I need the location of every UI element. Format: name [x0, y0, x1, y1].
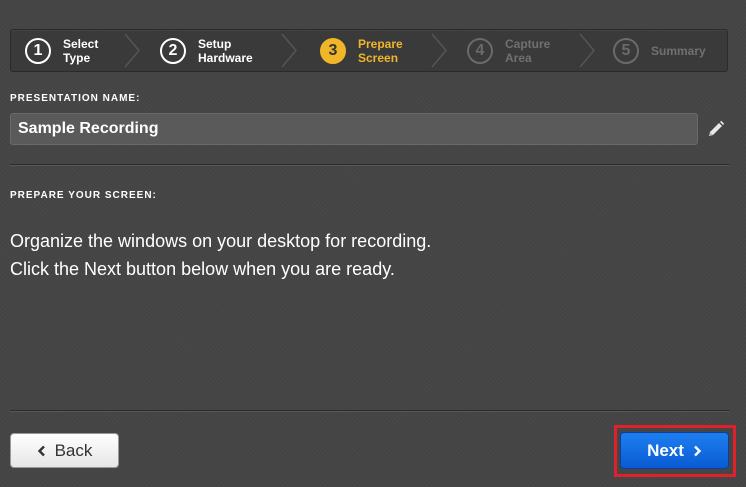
back-button-label: Back: [54, 440, 93, 460]
step-setup-hardware: 2 Setup Hardware: [160, 30, 253, 71]
divider: [10, 410, 730, 412]
next-button[interactable]: Next: [620, 432, 729, 469]
prepare-screen-label: PREPARE YOUR SCREEN:: [10, 190, 157, 201]
presentation-name-input[interactable]: [10, 113, 698, 145]
step-summary: 5 Summary: [613, 30, 706, 71]
chevron-right-icon: [579, 33, 595, 68]
divider: [10, 164, 730, 166]
step-label: Prepare Screen: [358, 36, 403, 65]
step-prepare-screen: 3 Prepare Screen: [320, 30, 403, 71]
chevron-left-icon: [37, 445, 45, 456]
next-button-label: Next: [647, 440, 684, 460]
step-label: Setup Hardware: [198, 36, 253, 65]
step-label: Capture Area: [505, 36, 551, 65]
instructions: Organize the windows on your desktop for…: [10, 227, 431, 283]
step-select-type: 1 Select Type: [25, 30, 98, 71]
step-number: 5: [613, 37, 639, 64]
back-button[interactable]: Back: [10, 433, 119, 468]
pencil-icon[interactable]: [707, 120, 725, 138]
wizard-step-bar: 1 Select Type 2 Setup Hardware 3 Prepare…: [10, 29, 728, 72]
instruction-line: Click the Next button below when you are…: [10, 259, 395, 279]
step-number: 1: [25, 37, 51, 64]
chevron-right-icon: [281, 33, 297, 68]
chevron-right-icon: [694, 445, 702, 456]
presentation-name-label: PRESENTATION NAME:: [10, 93, 141, 104]
step-label: Summary: [651, 43, 706, 58]
step-capture-area: 4 Capture Area: [467, 30, 550, 71]
step-number: 3: [320, 37, 346, 64]
step-number: 4: [467, 37, 493, 64]
step-number: 2: [160, 37, 186, 64]
chevron-right-icon: [431, 33, 447, 68]
instruction-line: Organize the windows on your desktop for…: [10, 231, 432, 251]
chevron-right-icon: [124, 33, 140, 68]
step-label: Select Type: [63, 36, 99, 65]
